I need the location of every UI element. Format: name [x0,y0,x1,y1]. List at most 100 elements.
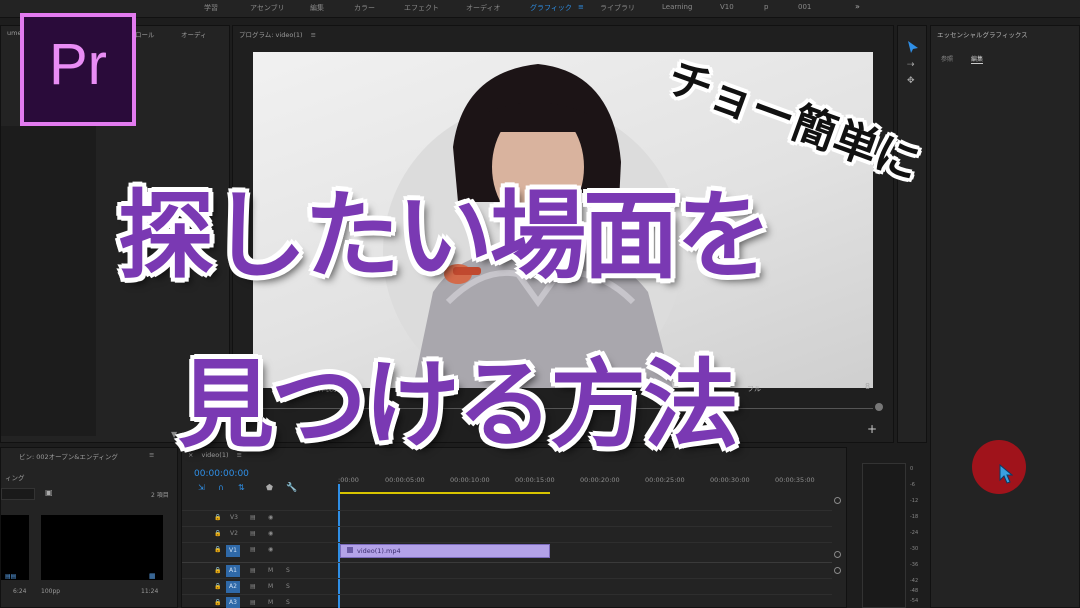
clip-fx-icon [347,547,353,553]
track-target-a2[interactable]: A2 [226,581,240,593]
mouse-pointer-icon [999,464,1013,484]
selection-tool-icon[interactable] [907,40,919,54]
meter-tick: -54 [910,598,919,604]
lock-icon[interactable]: 🔒 [214,546,221,553]
clip-type-icon: ▤▤ [5,573,17,580]
scrubber-handle[interactable] [875,403,883,411]
eye-icon[interactable]: ◉ [268,546,273,553]
lock-icon[interactable]: 🔒 [214,599,221,606]
lock-icon[interactable]: 🔒 [214,530,221,537]
workspace-tab[interactable]: オーディオ [466,3,501,13]
ruler-label: 00:00:35:00 [775,476,815,484]
track-target-a3[interactable]: A3 [226,597,240,608]
track-target-a1[interactable]: A1 [226,565,240,577]
clip-name: 100pp [41,588,61,595]
track-divider [182,594,832,595]
track-divider [182,526,832,527]
ruler-label: 00:00:10:00 [450,476,490,484]
tab-audio[interactable]: オーディ [181,29,207,39]
track-target-v1[interactable]: V1 [226,545,240,557]
work-area-bar[interactable] [340,492,550,494]
tab-browse[interactable]: 参照 [941,54,953,63]
overlay-title-line2: 見つける方法 [178,349,739,461]
ruler-label: 00:00:20:00 [580,476,620,484]
workspace-tab-graphics[interactable]: グラフィック [530,3,572,13]
workspace-bar: 学習 アセンブリ 編集 カラー エフェクト オーディオ グラフィック ≡ ライブ… [0,0,1080,18]
workspace-tab[interactable]: Learning [662,3,692,11]
essential-graphics-title[interactable]: エッセンシャルグラフィックス [931,26,1079,40]
mute-button[interactable]: M [268,567,273,574]
toggle-sync-icon[interactable]: ▤ [250,546,256,553]
tab-effect-controls[interactable]: ロール [135,29,155,39]
track-name: V3 [230,514,238,521]
track-divider [182,562,832,563]
clip-thumbnail[interactable] [41,515,163,580]
solo-button[interactable]: S [286,567,290,574]
workspace-tab[interactable]: 学習 [204,3,218,13]
meter-tick: -6 [910,482,915,488]
meter-tick: -12 [910,498,919,504]
track-name: V2 [230,530,238,537]
workspace-tab[interactable]: アセンブリ [250,3,285,13]
toggle-sync-icon[interactable]: ▤ [250,599,256,606]
program-monitor-tab[interactable]: プログラム: video(1) [239,31,303,39]
logo-text: Pr [49,32,107,97]
video-clip[interactable]: video(1).mp4 [340,544,550,558]
meter-tick: -36 [910,562,919,568]
lock-icon[interactable]: 🔒 [214,583,221,590]
bin-search-input[interactable] [1,488,35,500]
toggle-sync-icon[interactable]: ▤ [250,567,256,574]
effect-list-area [1,126,96,436]
audio-meter [862,463,906,608]
ruler-label: 00:00:30:00 [710,476,750,484]
overlay-title-line1: 探したい場面を [118,180,772,292]
premiere-pro-logo: Pr [20,13,136,126]
bin-title[interactable]: ビン: 002オープン&エンディング [19,451,118,461]
workspace-tab[interactable]: 001 [798,3,811,11]
workspace-tab[interactable]: エフェクト [404,3,439,13]
scroll-handle[interactable] [834,567,841,574]
track-divider [182,542,832,543]
workspace-tab[interactable]: p [764,3,768,11]
ruler-label: 00:00:15:00 [515,476,555,484]
tab-edit[interactable]: 編集 [971,54,984,64]
workspace-tab[interactable]: カラー [354,3,375,13]
solo-button[interactable]: S [286,599,290,606]
lock-icon[interactable]: 🔒 [214,514,221,521]
essential-graphics-panel: エッセンシャルグラフィックス 参照 編集 [930,25,1080,608]
ruler-label: 00:00:25:00 [645,476,685,484]
filter-icon[interactable]: ▼ [171,430,177,439]
toggle-sync-icon[interactable]: ▤ [250,530,256,537]
bin-header: ビン: 002オープン&エンディング ≡ [1,448,177,462]
panel-menu-icon[interactable]: ≡ [311,31,316,39]
workspace-tab[interactable]: ライブラリ [600,3,635,13]
workspace-tab[interactable]: 編集 [310,3,324,13]
scroll-handle[interactable] [834,551,841,558]
eye-icon[interactable]: ◉ [268,514,273,521]
timeline-ruler[interactable]: :00:00 00:00:05:00 00:00:10:00 00:00:15:… [0,476,847,486]
resolution-dropdown[interactable]: フル [747,384,761,394]
panel-menu-icon[interactable]: ≡ [149,451,154,459]
mute-button[interactable]: M [268,599,273,606]
eye-icon[interactable]: ◉ [268,530,273,537]
track-divider [182,578,832,579]
scroll-handle[interactable] [834,497,841,504]
ruler-label: 00:00:05:00 [385,476,425,484]
workspace-overflow-button[interactable]: » [855,2,860,11]
solo-button[interactable]: S [286,583,290,590]
add-button[interactable]: + [867,422,877,436]
track-select-tool-icon[interactable]: ⇢ [907,60,915,70]
track-divider [182,510,832,511]
clip-duration: 6:24 [13,588,27,595]
clip-thumbnail[interactable] [1,515,29,580]
new-bin-icon[interactable]: ▣ [45,488,53,497]
project-bin-panel: ビン: 002オープン&エンディング ≡ ィング ▣ 2 項目 ▤▤ ▦ 6:2… [0,447,178,608]
mute-button[interactable]: M [268,583,273,590]
menu-icon[interactable]: ≡ [578,3,584,11]
lock-icon[interactable]: 🔒 [214,567,221,574]
meter-tick: -24 [910,530,919,536]
ripple-edit-tool-icon[interactable]: ✥ [907,76,915,86]
toggle-sync-icon[interactable]: ▤ [250,514,256,521]
workspace-tab[interactable]: V10 [720,3,734,11]
toggle-sync-icon[interactable]: ▤ [250,583,256,590]
